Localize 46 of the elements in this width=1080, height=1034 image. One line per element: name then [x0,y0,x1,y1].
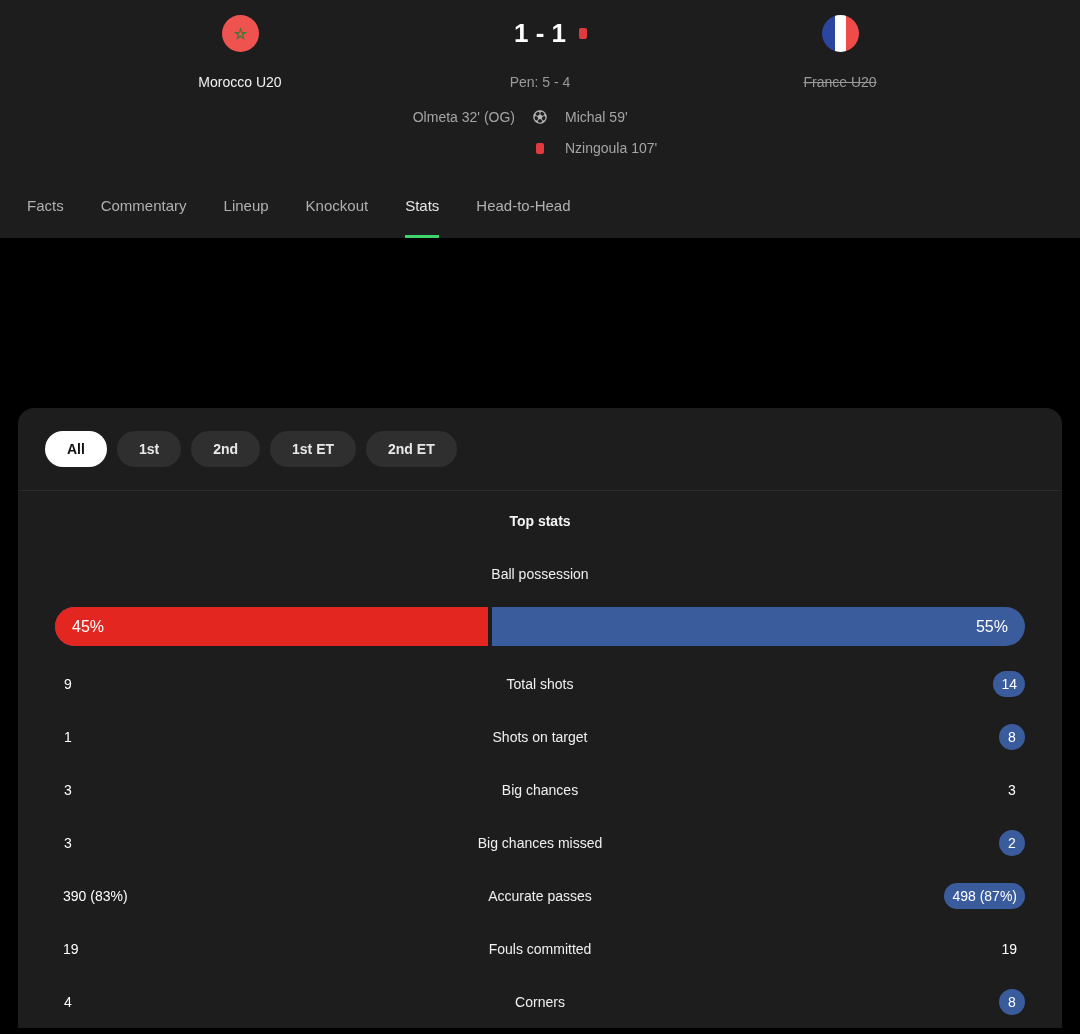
stat-value: 19 [62,939,80,959]
stat-label: Big chances missed [477,834,603,851]
stat-value: 9 [63,674,73,694]
stat-label: Fouls committed [488,940,592,957]
stat-value: 3 [63,833,73,853]
stat-value: 2 [999,829,1025,856]
stat-label: Corners [515,993,565,1010]
event-text: Michal 59' [565,108,628,127]
stat-value: 14 [993,670,1025,697]
team-name[interactable]: France U20 [803,73,877,91]
possession-value: 45% [72,617,105,636]
stat-value: 4 [63,992,73,1012]
stat-value: 3 [1007,780,1017,800]
stat-label: Big chances [501,781,579,798]
match-tab[interactable]: Facts [27,189,64,238]
card-icon [536,142,544,154]
stat-value: 19 [1000,939,1018,959]
score-text: 1 - 1 [514,17,566,50]
stat-label: Total shots [506,675,574,692]
stat-value: 390 (83%) [62,886,129,906]
match-tab[interactable]: Head-to-Head [476,189,571,238]
stat-value: 8 [999,988,1025,1015]
match-tab[interactable]: Stats [405,189,440,238]
stat-value: 498 (87%) [944,882,1025,909]
period-filter[interactable]: 2nd [191,431,260,467]
match-tab[interactable]: Commentary [100,189,187,238]
stat-value: 8 [999,723,1025,750]
period-filter[interactable]: All [45,431,107,467]
section-title: Top stats [508,512,572,530]
match-tab[interactable]: Knockout [305,189,369,238]
penalty-score: Pen: 5 - 4 [509,73,571,91]
event-text: Olmeta 32' (OG) [412,108,515,127]
stat-value: 3 [63,780,73,800]
team-name[interactable]: Morocco U20 [198,73,282,91]
event-text: Nzingoula 107' [565,139,658,158]
flag-icon [821,15,859,52]
flag-icon [221,15,259,52]
match-tab[interactable]: Lineup [223,189,269,238]
stat-label: Accurate passes [488,887,592,904]
period-filter[interactable]: 2nd ET [366,431,457,467]
period-filter[interactable]: 1st [116,431,182,467]
stat-label: Shots on target [492,728,588,745]
period-filter[interactable]: 1st ET [270,431,357,467]
stat-value: 1 [63,727,73,747]
stat-label: Ball possession [490,565,590,583]
possession-value: 55% [975,617,1008,636]
